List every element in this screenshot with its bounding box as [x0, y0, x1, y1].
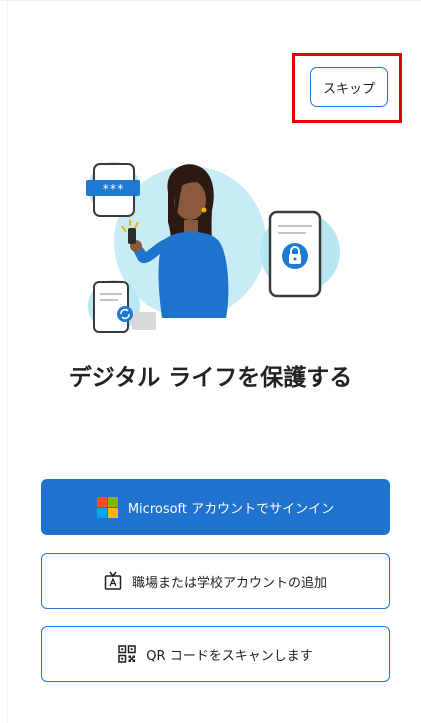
microsoft-signin-button[interactable]: Microsoft アカウントでサインイン	[41, 479, 390, 535]
qr-code-icon	[118, 645, 137, 663]
skip-button[interactable]: スキップ	[310, 67, 388, 107]
password-mask-text: ***	[102, 182, 124, 196]
scan-qr-code-button[interactable]: QR コードをスキャンします	[41, 626, 390, 682]
skip-button-label: スキップ	[322, 81, 375, 97]
scan-qr-code-label: QR コードをスキャンします	[146, 648, 313, 664]
add-work-school-account-button[interactable]: 職場または学校アカウントの追加	[41, 553, 390, 609]
protection-illustration: ***	[86, 162, 340, 333]
lock-phone-icon	[260, 210, 340, 298]
top-divider	[0, 0, 421, 1]
add-work-school-account-label: 職場または学校アカウントの追加	[131, 575, 327, 591]
microsoft-signin-label: Microsoft アカウントでサインイン	[127, 501, 335, 517]
authenticator-welcome-screen: スキップ *** デジタル ライフを保護する Microsoft アカウントでサ…	[0, 0, 421, 723]
microsoft-logo-icon	[96, 496, 118, 518]
page-title: デジタル ライフを保護する	[68, 365, 353, 391]
password-phone-icon: ***	[86, 162, 140, 217]
id-badge-icon	[104, 571, 122, 591]
